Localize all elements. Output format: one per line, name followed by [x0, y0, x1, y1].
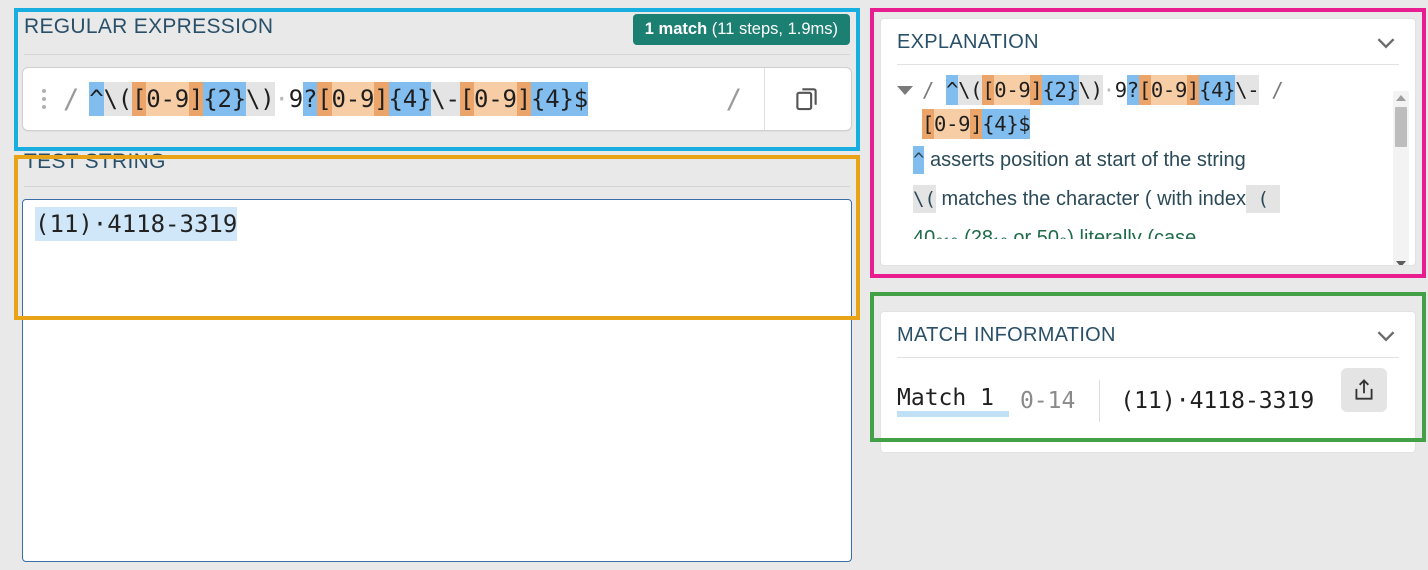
regex-token: ?	[303, 82, 317, 116]
regex-token: 0-9	[994, 75, 1031, 105]
match-index-label: Match 1	[897, 385, 1009, 417]
test-string-match-highlight: (11)·4118-3319	[35, 207, 238, 241]
copy-regex-button[interactable]	[764, 68, 851, 130]
regex-token: ]	[374, 82, 389, 116]
match-range: 0-14	[1019, 388, 1076, 414]
regex-token: 0-9	[146, 82, 189, 116]
scroll-up-arrow-icon[interactable]	[1396, 95, 1406, 101]
explanation-line: \( matches the character ( with index (	[895, 180, 1385, 219]
regex-pattern-input[interactable]: ^ \([0-9] {2} \) · 9?[0-9] {4} \-[0-9] {4} $	[89, 68, 715, 130]
regex-token: 0-9	[1150, 75, 1187, 105]
regex-delimiter-left: /	[922, 78, 947, 102]
regular-expression-section: REGULAR EXPRESSION 1 match (11 steps, 1.…	[18, 12, 856, 131]
explanation-text: matches the character ( with index	[941, 188, 1247, 210]
regex-token: \)	[246, 82, 275, 116]
copy-icon	[796, 88, 817, 111]
regex-token: [	[317, 82, 332, 116]
regex-token: ^	[946, 75, 958, 105]
explanation-text: 40₀₁₀ (28₁₆ or 50₈) literally (case	[913, 227, 1197, 239]
regex-token: ]	[1030, 75, 1043, 105]
scrollbar-thumb[interactable]	[1395, 107, 1407, 147]
regex-token: \(	[103, 82, 132, 116]
regex-token: 9	[1114, 78, 1127, 102]
test-header-divider	[24, 186, 850, 187]
regex-header-divider	[24, 54, 850, 55]
explanation-title: EXPLANATION	[897, 31, 1039, 53]
regex-token: {2}	[203, 82, 246, 116]
explanation-regex-row[interactable]: / ^\([0-9]{2}\)·9?[0-9]{4}\- / [0-9]{4}$	[895, 73, 1385, 141]
regex-token: ]	[516, 82, 531, 116]
match-count-badge: 1 match (11 steps, 1.9ms)	[632, 14, 850, 45]
regex-token: $	[1018, 109, 1031, 139]
match-index-text: Match 1	[897, 385, 994, 411]
regex-token: ]	[1187, 75, 1199, 105]
regex-token: ·	[274, 85, 289, 113]
chevron-down-icon[interactable]	[1373, 33, 1399, 53]
explanation-header: EXPLANATION	[881, 19, 1415, 54]
regex-token: ^	[89, 82, 104, 116]
regex-tester-app: REGULAR EXPRESSION 1 match (11 steps, 1.…	[0, 0, 1428, 570]
regex-delimiter-left: /	[63, 83, 80, 115]
match-index-underline	[897, 411, 1009, 417]
regex-token: \-	[1235, 75, 1260, 105]
regex-token: \(	[958, 75, 983, 105]
regex-token: [	[1138, 75, 1151, 105]
explanation-body: / ^\([0-9]{2}\)·9?[0-9]{4}\- / [0-9]{4}$ …	[881, 65, 1415, 263]
regex-token: {2}	[1042, 75, 1079, 105]
explanation-regex-pattern: / ^\([0-9]{2}\)·9?[0-9]{4}\- / [0-9]{4}$	[922, 73, 1284, 141]
regex-token: {4}	[982, 109, 1019, 139]
regex-token: ?	[1126, 75, 1139, 105]
regex-panel-title: REGULAR EXPRESSION	[24, 15, 274, 38]
match-row[interactable]: Match 1 0-14 (11)·4118-3319	[881, 358, 1415, 422]
regex-token: {4}	[388, 82, 431, 116]
explanation-text: asserts position at start of the string	[930, 149, 1246, 171]
regex-token: ]	[189, 82, 203, 116]
regex-input-box[interactable]: / ^ \([0-9] {2} \) · 9?[0-9] {4} \-[0-9] {4} $ /	[22, 67, 852, 131]
match-count-label: 1 match	[644, 20, 708, 38]
test-panel-title: TEST STRING	[24, 150, 166, 173]
regex-token: ]	[970, 109, 983, 139]
regex-token: ·	[1102, 78, 1115, 102]
regex-token: 9	[288, 85, 304, 113]
regex-token: {4}	[531, 82, 574, 116]
chevron-down-icon[interactable]	[1373, 326, 1399, 346]
regex-token: [	[982, 75, 995, 105]
left-column: REGULAR EXPRESSION 1 match (11 steps, 1.…	[18, 12, 856, 562]
match-information-title: MATCH INFORMATION	[897, 324, 1116, 346]
match-information-panel: MATCH INFORMATION Match 1 0-14 (11)·4118…	[880, 311, 1416, 453]
regex-token: \)	[1078, 75, 1103, 105]
regex-delimiter-right: /	[1259, 78, 1284, 102]
explanation-symbol: ^	[913, 146, 925, 174]
explanation-scrollbar[interactable]	[1393, 91, 1409, 265]
test-string-input[interactable]: (11)·4118-3319	[22, 199, 852, 562]
match-divider	[1099, 380, 1101, 422]
scroll-down-arrow-icon[interactable]	[1396, 261, 1406, 265]
regex-token: [	[459, 82, 474, 116]
triangle-down-icon[interactable]	[897, 86, 913, 95]
explanation-symbol: \(	[913, 185, 936, 213]
regex-token: $	[573, 82, 588, 116]
kebab-menu-icon[interactable]	[23, 68, 57, 130]
explanation-line-truncated: 40₀₁₀ (28₁₆ or 50₈) literally (case	[895, 219, 1385, 239]
match-steps-detail: (11 steps, 1.9ms)	[711, 20, 838, 38]
test-string-section: TEST STRING (11)·4118-3319	[18, 147, 856, 562]
regex-token: \-	[431, 82, 460, 116]
regex-token: 0-9	[934, 109, 970, 139]
regex-token: [	[132, 82, 146, 116]
right-column: EXPLANATION / ^\([0-9]{2}\)·9?[0-9]{4}\-…	[880, 18, 1416, 453]
share-export-icon	[1355, 379, 1373, 400]
regex-token: 0-9	[474, 82, 517, 116]
match-value: (11)·4118-3319	[1120, 388, 1315, 414]
regex-token: 0-9	[331, 82, 374, 116]
explanation-line: ^ asserts position at start of the strin…	[895, 141, 1385, 180]
regex-delimiter-right: /	[725, 83, 742, 115]
explanation-panel: EXPLANATION / ^\([0-9]{2}\)·9?[0-9]{4}\-…	[880, 18, 1416, 266]
regex-token: {4}	[1199, 75, 1236, 105]
share-match-button[interactable]	[1341, 368, 1387, 412]
regex-panel-header: REGULAR EXPRESSION 1 match (11 steps, 1.…	[18, 12, 856, 45]
match-information-header: MATCH INFORMATION	[881, 312, 1415, 347]
regex-token: [	[922, 109, 934, 139]
test-panel-header: TEST STRING	[18, 147, 856, 177]
